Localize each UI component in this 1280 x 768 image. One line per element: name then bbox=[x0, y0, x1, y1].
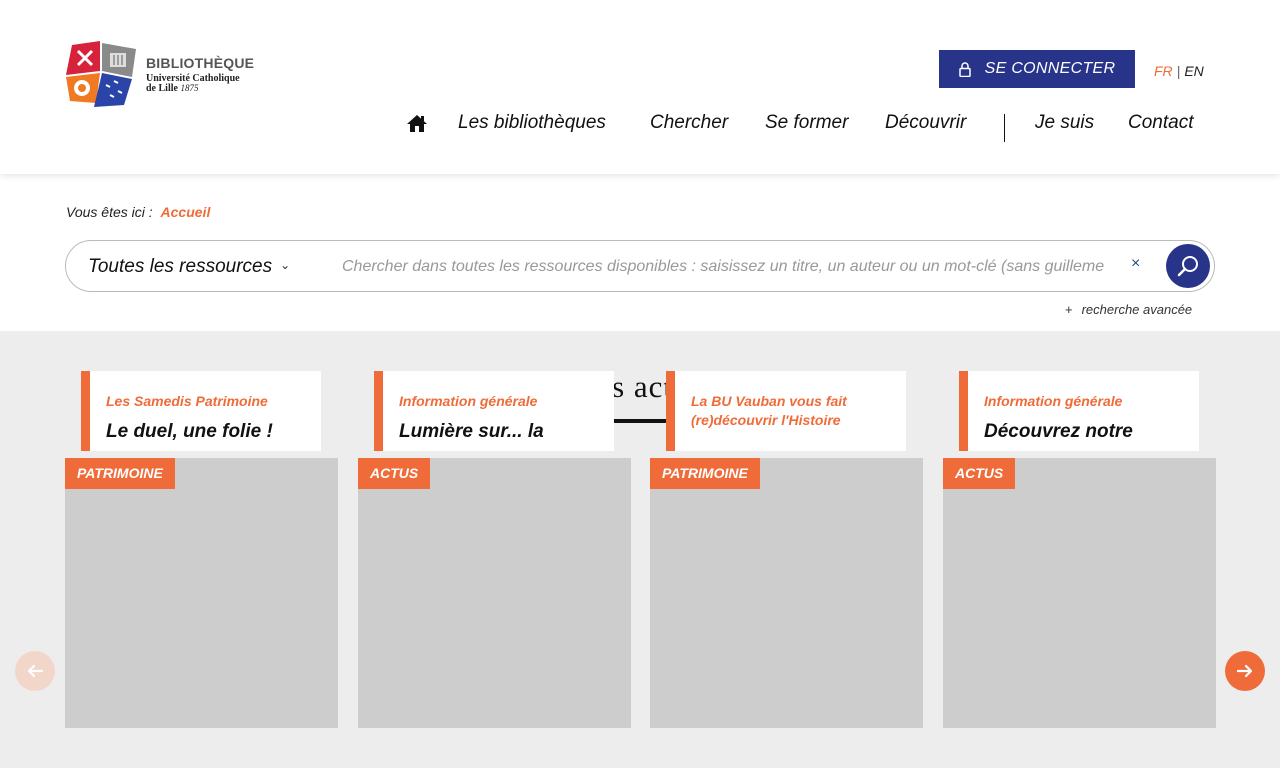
card-headline: Le duel, une folie ! bbox=[106, 421, 273, 442]
carousel-prev-button[interactable] bbox=[15, 651, 55, 691]
plus-icon: + bbox=[1065, 302, 1073, 317]
card-caption[interactable]: La BU Vauban vous fait (re)découvrir l'H… bbox=[666, 371, 906, 451]
card-caption[interactable]: Les Samedis Patrimoine Le duel, une foli… bbox=[81, 371, 321, 451]
arrow-left-icon bbox=[27, 664, 43, 678]
advanced-search-link[interactable]: + recherche avancée bbox=[1065, 302, 1192, 317]
card-tag: ACTUS bbox=[358, 458, 431, 489]
library-logo[interactable]: BIBLIOTHÈQUE Université Catholique de Li… bbox=[66, 40, 266, 110]
news-card[interactable]: PATRIMOINE bbox=[650, 458, 923, 728]
logo-year: 1875 bbox=[180, 83, 199, 93]
search-icon bbox=[1177, 256, 1198, 277]
main-nav: Les bibliothèques Chercher Se former Déc… bbox=[0, 112, 1280, 142]
lang-en[interactable]: EN bbox=[1184, 63, 1203, 79]
lang-separator: | bbox=[1176, 63, 1181, 79]
breadcrumb-home-link[interactable]: Accueil bbox=[161, 204, 211, 220]
card-category: Information générale bbox=[399, 393, 538, 409]
card-headline: Lumière sur... la bbox=[399, 421, 544, 442]
arrow-right-icon bbox=[1237, 664, 1253, 678]
logo-title: BIBLIOTHÈQUE bbox=[146, 55, 255, 71]
nav-divider bbox=[1004, 114, 1005, 142]
search-clear-button[interactable]: × bbox=[1131, 255, 1140, 273]
card-caption[interactable]: Information générale Lumière sur... la bbox=[374, 371, 614, 451]
news-card[interactable]: ACTUS bbox=[943, 458, 1216, 728]
card-category: La BU Vauban vous fait (re)découvrir l'H… bbox=[691, 393, 847, 428]
chevron-down-icon: ⌄ bbox=[280, 258, 291, 272]
logo-city: de Lille bbox=[146, 83, 178, 94]
news-card[interactable]: ACTUS bbox=[358, 458, 631, 728]
breadcrumb-prefix: Vous êtes ici : bbox=[66, 204, 153, 220]
nav-search[interactable]: Chercher bbox=[650, 112, 728, 134]
nav-contact[interactable]: Contact bbox=[1128, 112, 1193, 134]
search-scope-label: Toutes les ressources bbox=[88, 256, 273, 277]
card-tag: ACTUS bbox=[943, 458, 1016, 489]
news-card[interactable]: PATRIMOINE bbox=[65, 458, 338, 728]
card-tag: PATRIMOINE bbox=[65, 458, 175, 489]
card-caption[interactable]: Information générale Découvrez notre bbox=[959, 371, 1199, 451]
lock-icon bbox=[958, 61, 971, 77]
breadcrumb: Vous êtes ici : Accueil bbox=[66, 204, 210, 220]
logo-text: BIBLIOTHÈQUE Université Catholique de Li… bbox=[146, 56, 254, 94]
logo-city-line: de Lille 1875 bbox=[146, 84, 254, 94]
search-bar: Toutes les ressources ⌄ × bbox=[65, 240, 1215, 292]
card-headline: Découvrez notre bbox=[984, 421, 1133, 442]
nav-training[interactable]: Se former bbox=[765, 112, 848, 134]
search-button[interactable] bbox=[1166, 244, 1210, 288]
card-category: Information générale bbox=[984, 393, 1123, 409]
nav-i-am[interactable]: Je suis bbox=[1035, 112, 1094, 134]
search-input[interactable] bbox=[342, 253, 1104, 281]
university-crest-icon bbox=[66, 41, 136, 107]
card-category: Les Samedis Patrimoine bbox=[106, 393, 268, 409]
nav-discover[interactable]: Découvrir bbox=[885, 112, 966, 134]
home-icon[interactable] bbox=[406, 114, 428, 138]
language-switcher: FR | EN bbox=[1154, 63, 1204, 79]
site-header: BIBLIOTHÈQUE Université Catholique de Li… bbox=[0, 0, 1280, 174]
login-button-label: SE CONNECTER bbox=[984, 60, 1116, 77]
lang-fr[interactable]: FR bbox=[1154, 63, 1173, 79]
search-scope-dropdown[interactable]: Toutes les ressources ⌄ bbox=[88, 256, 290, 278]
card-tag: PATRIMOINE bbox=[650, 458, 760, 489]
nav-libraries[interactable]: Les bibliothèques bbox=[458, 112, 606, 134]
advanced-search-label: recherche avancée bbox=[1081, 302, 1193, 317]
carousel-next-button[interactable] bbox=[1225, 651, 1265, 691]
login-button[interactable]: SE CONNECTER bbox=[939, 50, 1135, 88]
